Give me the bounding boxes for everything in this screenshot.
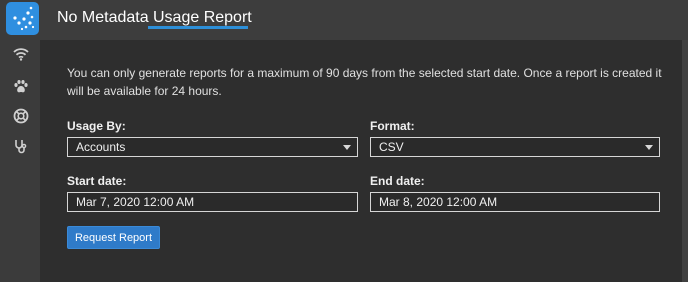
start-date-input[interactable]: Mar 7, 2020 12:00 AM [67, 192, 358, 212]
report-notice: You can only generate reports for a maxi… [67, 66, 662, 98]
wifi-icon[interactable] [11, 44, 31, 64]
end-date-label: End date: [370, 174, 425, 188]
request-report-button[interactable]: Request Report [67, 226, 160, 249]
format-select[interactable]: CSV [370, 137, 660, 157]
end-date-input[interactable]: Mar 8, 2020 12:00 AM [370, 192, 660, 212]
chevron-down-icon [645, 145, 653, 150]
usage-by-label: Usage By: [67, 119, 126, 133]
usage-report-panel: You can only generate reports for a maxi… [40, 40, 682, 282]
tab-usage-report[interactable]: Usage Report [153, 9, 252, 27]
tab-bar: No Metadata Usage Report [40, 0, 688, 40]
chevron-down-icon [343, 145, 351, 150]
usage-by-value: Accounts [76, 140, 126, 154]
stethoscope-icon[interactable] [11, 136, 31, 156]
format-value: CSV [379, 140, 404, 154]
tab-no-metadata[interactable]: No Metadata [57, 9, 149, 27]
lifebuoy-icon[interactable] [11, 106, 31, 126]
format-label: Format: [370, 119, 415, 133]
usage-by-select[interactable]: Accounts [67, 137, 358, 157]
app-logo-icon[interactable] [6, 2, 39, 35]
start-date-label: Start date: [67, 174, 127, 188]
active-tab-indicator [148, 26, 248, 29]
paw-icon[interactable] [11, 76, 31, 96]
sidebar [0, 0, 40, 282]
